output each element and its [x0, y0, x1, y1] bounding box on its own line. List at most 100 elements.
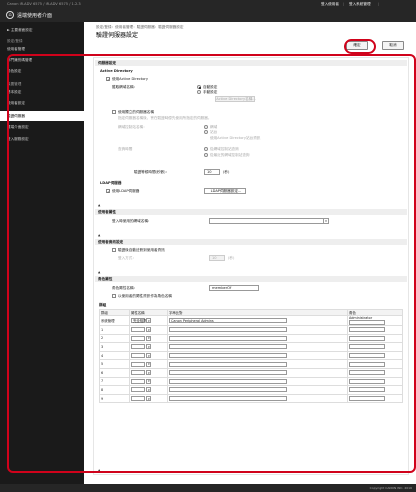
- chevron-down-icon[interactable]: [146, 344, 152, 350]
- string-cell[interactable]: [167, 325, 348, 335]
- query-opt2-radio[interactable]: [204, 153, 208, 157]
- string-cell[interactable]: [167, 376, 348, 387]
- role-cell[interactable]: [347, 359, 403, 369]
- chevron-down-icon[interactable]: [146, 318, 152, 323]
- role-cell[interactable]: [347, 325, 403, 335]
- string-cell[interactable]: [167, 367, 348, 378]
- auto-radio[interactable]: [197, 85, 201, 89]
- use-ldap-checkbox[interactable]: [106, 189, 110, 194]
- match-select[interactable]: [129, 350, 168, 361]
- collapse-icon[interactable]: ▲: [98, 203, 100, 207]
- sidebar-item[interactable]: 角色設定: [0, 66, 84, 76]
- match-value: [131, 378, 145, 384]
- match-select[interactable]: [129, 367, 168, 378]
- string-input[interactable]: [169, 335, 287, 341]
- chevron-down-icon[interactable]: [146, 396, 152, 402]
- string-input[interactable]: Canon Peripheral Admins: [169, 318, 287, 323]
- string-cell[interactable]: [167, 393, 348, 404]
- domain-button[interactable]: Active Directory名稱...: [215, 96, 256, 102]
- role-cell[interactable]: [347, 333, 403, 344]
- match-select[interactable]: [129, 333, 168, 344]
- role-cell[interactable]: [347, 393, 403, 404]
- string-input[interactable]: [169, 344, 287, 350]
- string-cell[interactable]: [167, 359, 348, 369]
- role-attr-input[interactable]: memberOf: [209, 285, 259, 291]
- collapse-icon[interactable]: ▲: [98, 233, 100, 237]
- match-select[interactable]: [129, 359, 168, 369]
- domain-name-select[interactable]: ▾: [209, 218, 329, 224]
- string-input[interactable]: [169, 327, 287, 333]
- logout-link[interactable]: 登入系統管理: [349, 2, 371, 6]
- string-input[interactable]: [169, 370, 287, 376]
- login-method-input[interactable]: 10: [209, 255, 225, 261]
- string-input[interactable]: [169, 361, 287, 367]
- role-select[interactable]: [349, 335, 385, 341]
- string-cell[interactable]: [167, 342, 348, 352]
- string-cell[interactable]: Canon Peripheral Admins: [167, 315, 348, 326]
- ok-button[interactable]: 確定: [346, 41, 368, 50]
- role-select[interactable]: [349, 378, 385, 384]
- string-input[interactable]: [169, 378, 287, 384]
- cancel-button[interactable]: 取消: [382, 41, 404, 50]
- string-cell[interactable]: [167, 385, 348, 395]
- collapse-icon[interactable]: ▲: [98, 468, 100, 472]
- use-ad-checkbox[interactable]: [106, 77, 110, 82]
- query-opt1-radio[interactable]: [204, 147, 208, 151]
- manual-radio[interactable]: [197, 90, 201, 94]
- string-cell[interactable]: [167, 333, 348, 344]
- separator: |: [378, 2, 380, 6]
- role-cell[interactable]: [347, 367, 403, 378]
- collapse-icon[interactable]: ▲: [98, 270, 100, 274]
- chevron-down-icon[interactable]: [146, 387, 152, 393]
- string-input[interactable]: [169, 396, 287, 402]
- role-cell[interactable]: [347, 342, 403, 352]
- role-cell[interactable]: [347, 376, 403, 387]
- sidebar-item[interactable]: 驗證伺服器: [0, 111, 84, 121]
- role-cell[interactable]: Administrator: [347, 315, 403, 326]
- match-select[interactable]: [129, 393, 168, 404]
- device-info: Canon iR-ADV 6575 / iR-ADV 6575 / 1.2.3: [7, 2, 81, 6]
- retrieve-opt1-radio[interactable]: [204, 125, 208, 129]
- role-select[interactable]: [349, 370, 385, 376]
- sidebar-item[interactable]: 基本設定: [0, 87, 84, 97]
- match-value: [131, 335, 145, 341]
- main-content: 設定/登錄：使用者管理：驗證伺服器：驗證伺服器設定 驗證伺服器設定 確定 取消 …: [84, 22, 416, 484]
- match-select[interactable]: [129, 385, 168, 395]
- role-cell[interactable]: [347, 350, 403, 361]
- retrieve-opt2-radio[interactable]: [204, 130, 208, 134]
- role-select[interactable]: [349, 387, 385, 393]
- login-user[interactable]: 登入使用者: [321, 2, 339, 6]
- match-select[interactable]: [129, 342, 168, 352]
- match-select[interactable]: 完全相符: [129, 315, 168, 326]
- role-cell[interactable]: [347, 385, 403, 395]
- match-select[interactable]: [129, 376, 168, 387]
- auto-register-checkbox[interactable]: [112, 248, 116, 252]
- table-row: 4: [99, 350, 403, 361]
- role-select[interactable]: [349, 327, 385, 333]
- chevron-down-icon[interactable]: [146, 335, 152, 341]
- chevron-down-icon[interactable]: [146, 378, 152, 384]
- sidebar-item[interactable]: ► 主要畫面設定: [0, 25, 84, 35]
- role-select[interactable]: [349, 396, 385, 402]
- role-name-checkbox[interactable]: [112, 294, 116, 298]
- chevron-down-icon[interactable]: [146, 370, 152, 376]
- match-select[interactable]: [129, 325, 168, 335]
- chevron-down-icon[interactable]: [146, 353, 152, 359]
- string-input[interactable]: [169, 353, 287, 359]
- ldap-settings-button[interactable]: LDAP伺服器設定...: [204, 188, 246, 194]
- sidebar-item[interactable]: 使用者設定: [0, 98, 84, 108]
- sidebar-item[interactable]: 登入服務設定: [0, 134, 84, 144]
- role-select[interactable]: [349, 344, 385, 350]
- sidebar-item[interactable]: 使用者管理: [0, 44, 84, 54]
- role-select[interactable]: [349, 361, 385, 367]
- chevron-down-icon[interactable]: [146, 327, 152, 333]
- string-cell[interactable]: [167, 350, 348, 361]
- sidebar-item[interactable]: 遠端介面設定: [0, 122, 84, 132]
- role-select[interactable]: [349, 353, 385, 359]
- sidebar-item[interactable]: 部門識別碼管理: [0, 55, 84, 65]
- timeout-input[interactable]: 10: [204, 169, 220, 175]
- string-input[interactable]: [169, 387, 287, 393]
- chevron-down-icon[interactable]: [146, 361, 152, 367]
- role-select[interactable]: [349, 320, 385, 325]
- specify-server-checkbox[interactable]: [112, 110, 116, 114]
